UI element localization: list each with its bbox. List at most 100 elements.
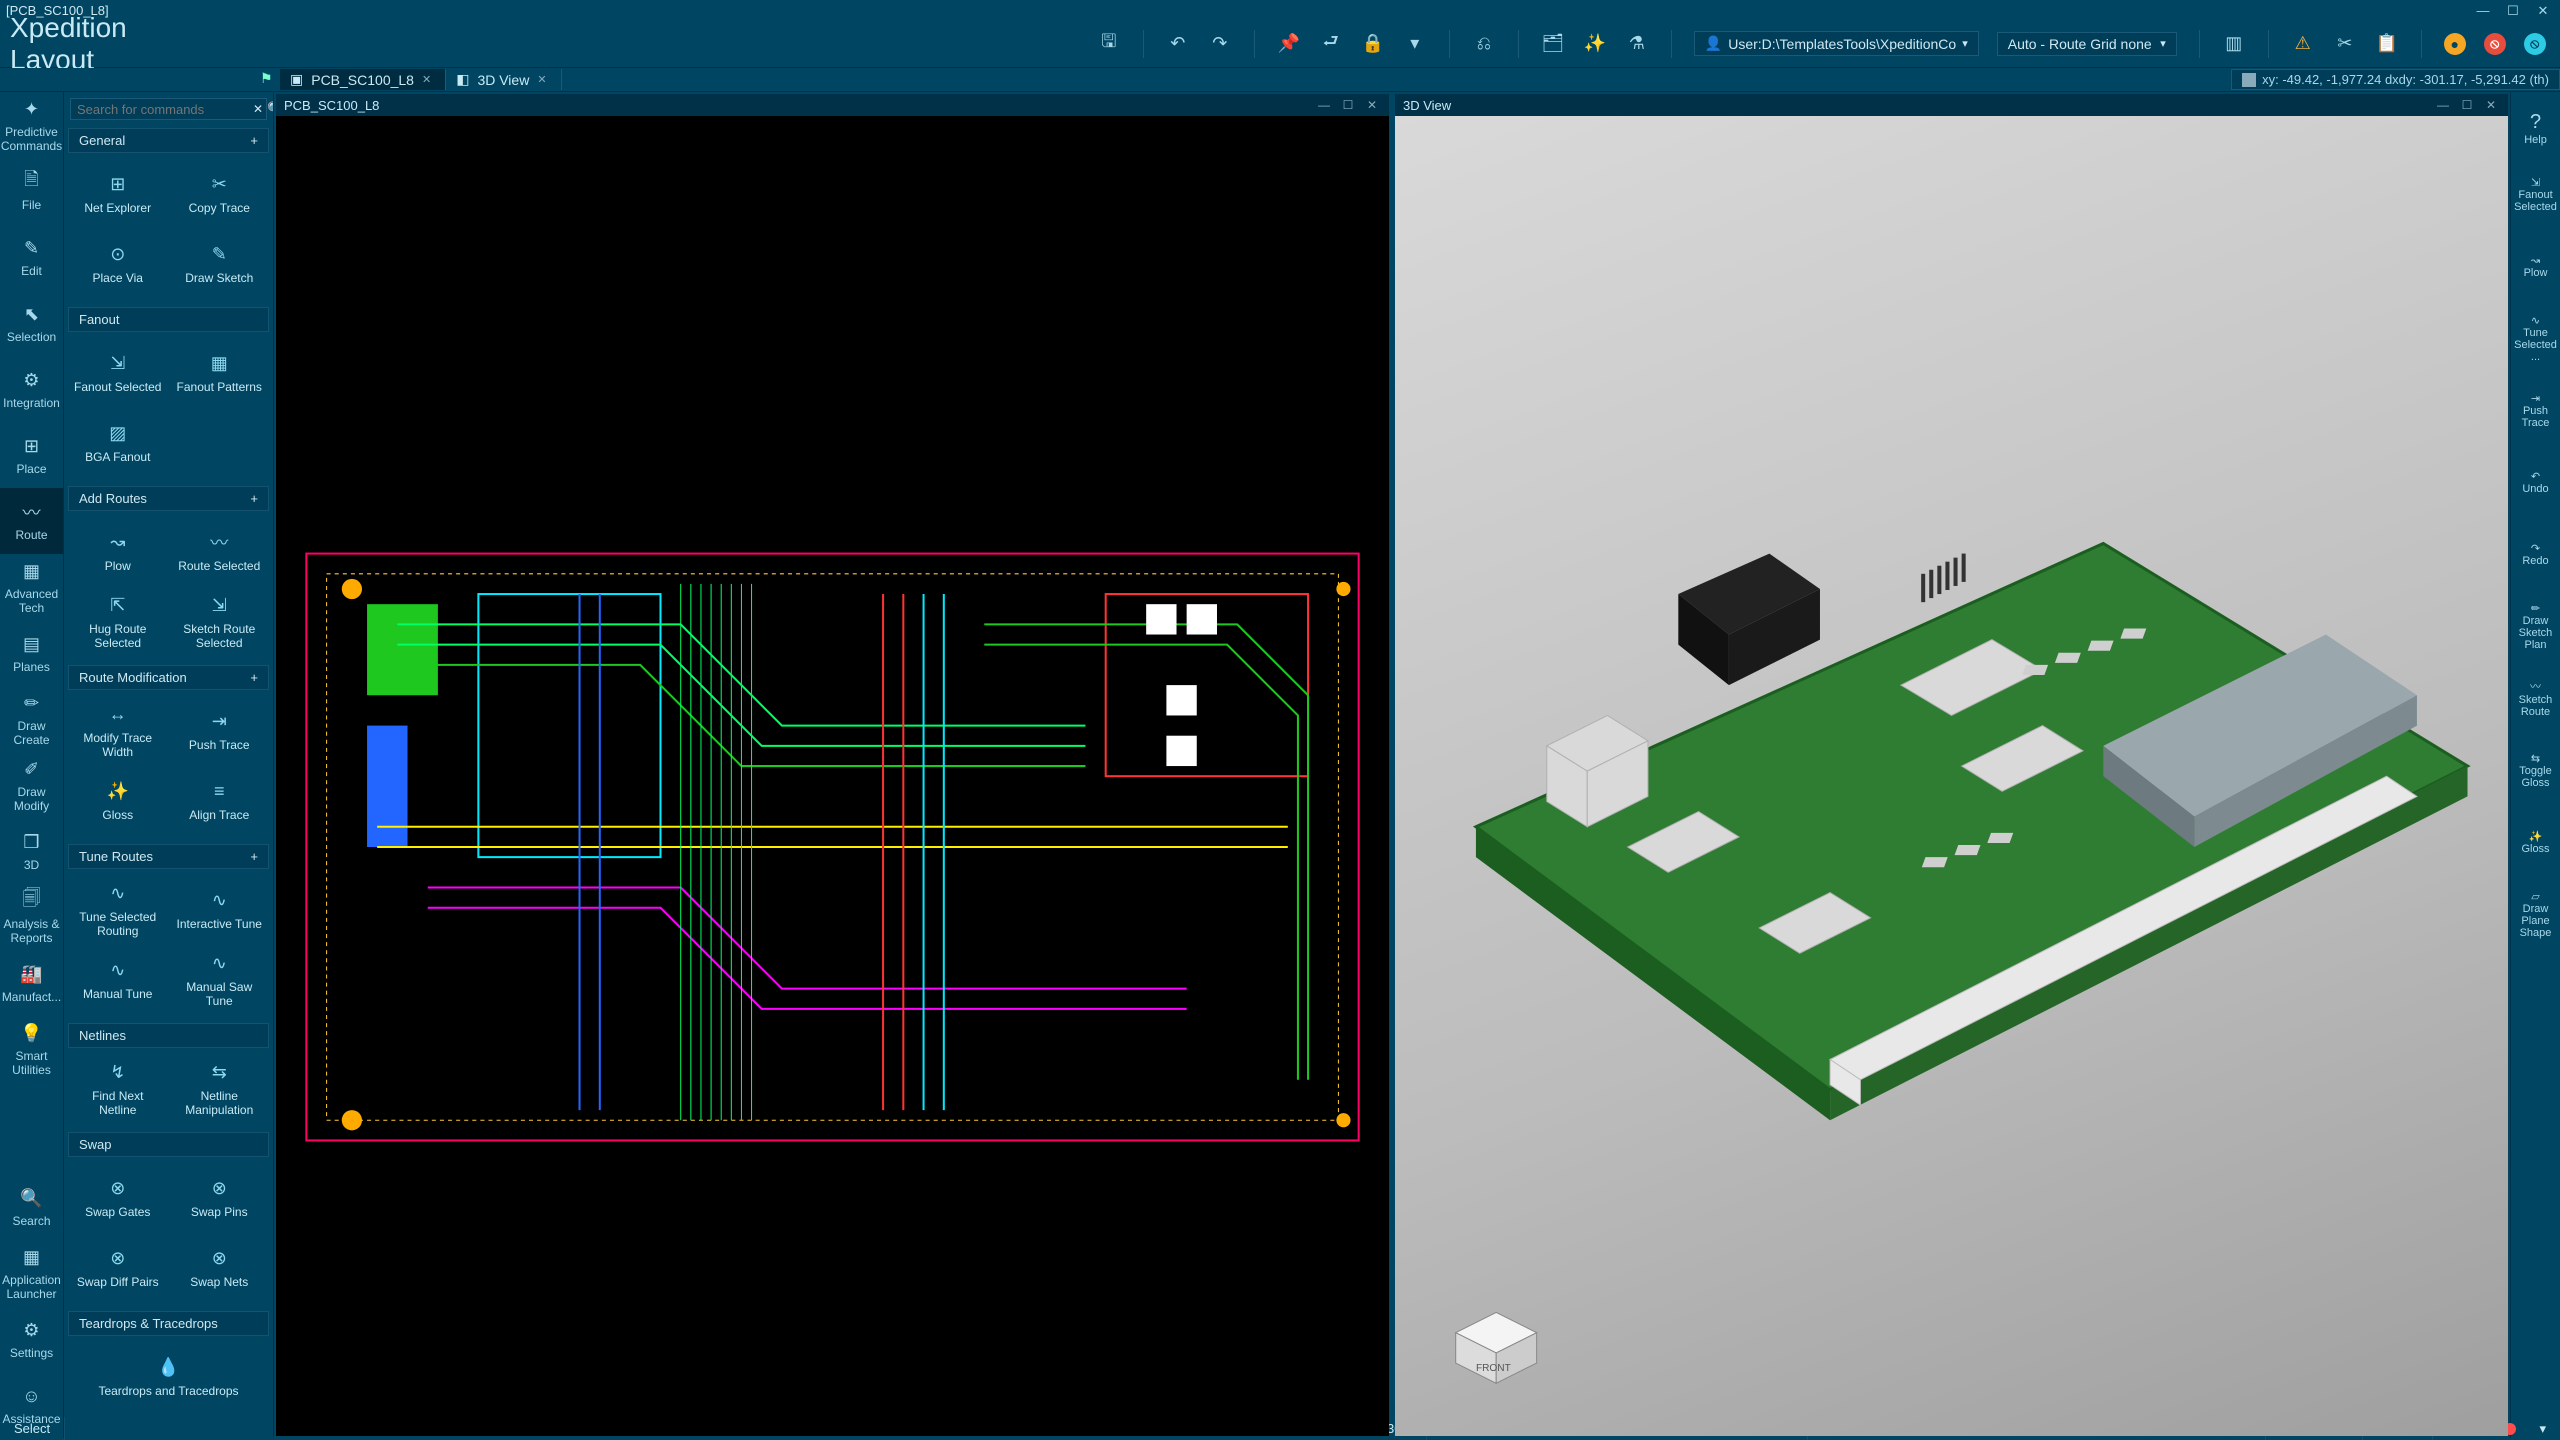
rr-sketch-route[interactable]: 〰Sketch Route — [2513, 662, 2559, 734]
cmd-swap-pins[interactable]: ⊗Swap Pins — [170, 1163, 270, 1231]
cmd-align-trace[interactable]: ≡Align Trace — [170, 766, 270, 834]
rail-search[interactable]: 🔍Search — [0, 1174, 63, 1240]
paste-icon[interactable]: 📋 — [2375, 32, 2399, 56]
previous-icon[interactable]: ⮐ — [1319, 32, 1343, 56]
plus-icon[interactable]: + — [250, 491, 258, 506]
warn-icon[interactable]: ⚠ — [2291, 32, 2315, 56]
cmd-modify-trace-width[interactable]: ↔Modify Trace Width — [68, 696, 168, 764]
rr-tune-selected[interactable]: ∿Tune Selected ... — [2513, 302, 2559, 374]
section-head[interactable]: Route Modification+ — [68, 665, 269, 690]
section-head[interactable]: Add Routes+ — [68, 486, 269, 511]
section-head[interactable]: Teardrops & Tracedrops — [68, 1311, 269, 1336]
sheet-icon[interactable]: ▥ — [2222, 32, 2246, 56]
rail-advanced-tech[interactable]: ▦Advanced Tech — [0, 554, 63, 620]
rr-undo[interactable]: ↶Undo — [2513, 446, 2559, 518]
save-icon[interactable]: 🖫 — [1097, 32, 1121, 56]
rr-gloss[interactable]: ✨Gloss — [2513, 806, 2559, 878]
status-menu-icon[interactable]: ▾ — [2539, 1421, 2546, 1437]
cmd-fanout-selected[interactable]: ⇲Fanout Selected — [68, 338, 168, 406]
status-dot-red-icon[interactable]: ⦸ — [2484, 33, 2506, 55]
user-template-dropdown[interactable]: 👤 User:D:\TemplatesTools\XpeditionCo ▾ — [1694, 31, 1979, 56]
close-icon[interactable]: ✕ — [422, 73, 431, 86]
cmd-interactive-tune[interactable]: ∿Interactive Tune — [170, 875, 270, 943]
plus-icon[interactable]: + — [250, 849, 258, 864]
search-icon[interactable]: 🔍 — [267, 101, 274, 117]
vp-minimize-icon[interactable]: — — [2434, 98, 2452, 112]
vp-maximize-icon[interactable]: ☐ — [1339, 98, 1357, 112]
rail-3d[interactable]: ❒3D — [0, 818, 63, 884]
cmd-sketch-route-selected[interactable]: ⇲Sketch Route Selected — [170, 587, 270, 655]
rail-predictive-commands[interactable]: ✦Predictive Commands — [0, 92, 63, 158]
cmd-fanout-patterns[interactable]: ▦Fanout Patterns — [170, 338, 270, 406]
window-close-button[interactable]: ✕ — [2532, 3, 2554, 17]
rail-edit[interactable]: ✎Edit — [0, 224, 63, 290]
status-dot-orange-icon[interactable]: ● — [2444, 33, 2466, 55]
layer-icon[interactable]: 🗂 — [1541, 32, 1565, 56]
cmd-route-selected[interactable]: 〰Route Selected — [170, 517, 270, 585]
vp-maximize-icon[interactable]: ☐ — [2458, 98, 2476, 112]
vp-close-icon[interactable]: ✕ — [1363, 98, 1381, 112]
rr-toggle-gloss[interactable]: ⇆Toggle Gloss — [2513, 734, 2559, 806]
cut-icon[interactable]: ✂ — [2333, 32, 2357, 56]
rail-settings[interactable]: ⚙Settings — [0, 1306, 63, 1372]
section-head[interactable]: Tune Routes+ — [68, 844, 269, 869]
cmd-net-explorer[interactable]: ⊞Net Explorer — [68, 159, 168, 227]
rr-fanout-selected[interactable]: ⇲Fanout Selected — [2513, 158, 2559, 230]
rail-file[interactable]: 🗎File — [0, 158, 63, 224]
rail-place[interactable]: ⊞Place — [0, 422, 63, 488]
clear-icon[interactable]: ✕ — [253, 102, 263, 116]
rail-application-launcher[interactable]: ▦Application Launcher — [0, 1240, 63, 1306]
cmd-tune-selected-routing[interactable]: ∿Tune Selected Routing — [68, 875, 168, 943]
command-search-input[interactable] — [77, 102, 253, 117]
cmd-gloss[interactable]: ✨Gloss — [68, 766, 168, 834]
section-head[interactable]: Netlines — [68, 1023, 269, 1048]
rail-draw-create[interactable]: ✏Draw Create — [0, 686, 63, 752]
cmd-hug-route-selected[interactable]: ⇱Hug Route Selected — [68, 587, 168, 655]
rail-manufacture[interactable]: 🏭Manufact... — [0, 950, 63, 1016]
rail-draw-modify[interactable]: ✐Draw Modify — [0, 752, 63, 818]
rr-plow[interactable]: ↝Plow — [2513, 230, 2559, 302]
dropdown-icon[interactable]: ▾ — [1403, 32, 1427, 56]
filter-icon[interactable]: ⚗ — [1625, 32, 1649, 56]
lock-icon[interactable]: 🔒 — [1361, 32, 1385, 56]
status-dot-cyan-icon[interactable]: ⦸ — [2524, 33, 2546, 55]
highlight-icon[interactable]: ✨ — [1583, 32, 1607, 56]
command-search[interactable]: ✕ 🔍 — [70, 98, 267, 120]
tab-pcb[interactable]: ▣ PCB_SC100_L8 ✕ — [280, 69, 446, 90]
rr-draw-plane-shape[interactable]: ▱Draw Plane Shape — [2513, 878, 2559, 950]
plus-icon[interactable]: + — [250, 133, 258, 148]
cmd-place-via[interactable]: ⊙Place Via — [68, 229, 168, 297]
rail-planes[interactable]: ▤Planes — [0, 620, 63, 686]
vp-minimize-icon[interactable]: — — [1315, 98, 1333, 112]
cmd-find-next-netline[interactable]: ↯Find Next Netline — [68, 1054, 168, 1122]
rail-route[interactable]: 〰Route — [0, 488, 63, 554]
rr-redo[interactable]: ↷Redo — [2513, 518, 2559, 590]
vp-close-icon[interactable]: ✕ — [2482, 98, 2500, 112]
close-icon[interactable]: ✕ — [537, 73, 546, 86]
cmd-swap-diff-pairs[interactable]: ⊗Swap Diff Pairs — [68, 1233, 168, 1301]
cmd-bga-fanout[interactable]: ▨BGA Fanout — [68, 408, 168, 476]
cmd-teardrops-and-tracedrops[interactable]: 💧Teardrops and Tracedrops — [68, 1342, 269, 1410]
cmd-plow[interactable]: ↝Plow — [68, 517, 168, 585]
undo-icon[interactable]: ↶ — [1166, 32, 1190, 56]
pin-icon[interactable]: 📌 — [1277, 32, 1301, 56]
cmd-swap-gates[interactable]: ⊗Swap Gates — [68, 1163, 168, 1231]
cmd-swap-nets[interactable]: ⊗Swap Nets — [170, 1233, 270, 1301]
section-head[interactable]: Swap — [68, 1132, 269, 1157]
cmd-manual-saw-tune[interactable]: ∿Manual Saw Tune — [170, 945, 270, 1013]
rr-draw-sketch-plan[interactable]: ✏Draw Sketch Plan — [2513, 590, 2559, 662]
rail-selection[interactable]: ⬉Selection — [0, 290, 63, 356]
tool1-icon[interactable]: ⎌ — [1472, 32, 1496, 56]
route-mode-dropdown[interactable]: Auto - Route Grid none ▾ — [1997, 32, 2177, 56]
window-maximize-button[interactable]: ☐ — [2502, 3, 2524, 17]
cmd-manual-tune[interactable]: ∿Manual Tune — [68, 945, 168, 1013]
help-button[interactable]: ?Help — [2513, 98, 2559, 158]
window-minimize-button[interactable]: — — [2472, 3, 2494, 17]
section-head[interactable]: Fanout — [68, 307, 269, 332]
rr-push-trace[interactable]: ⇥Push Trace — [2513, 374, 2559, 446]
cmd-netline-manipulation[interactable]: ⇆Netline Manipulation — [170, 1054, 270, 1122]
rail-integration[interactable]: ⚙Integration — [0, 356, 63, 422]
threed-canvas[interactable]: FRONT — [1395, 116, 2508, 1436]
cmd-draw-sketch[interactable]: ✎Draw Sketch — [170, 229, 270, 297]
rail-smart-utilities[interactable]: 💡Smart Utilities — [0, 1016, 63, 1082]
